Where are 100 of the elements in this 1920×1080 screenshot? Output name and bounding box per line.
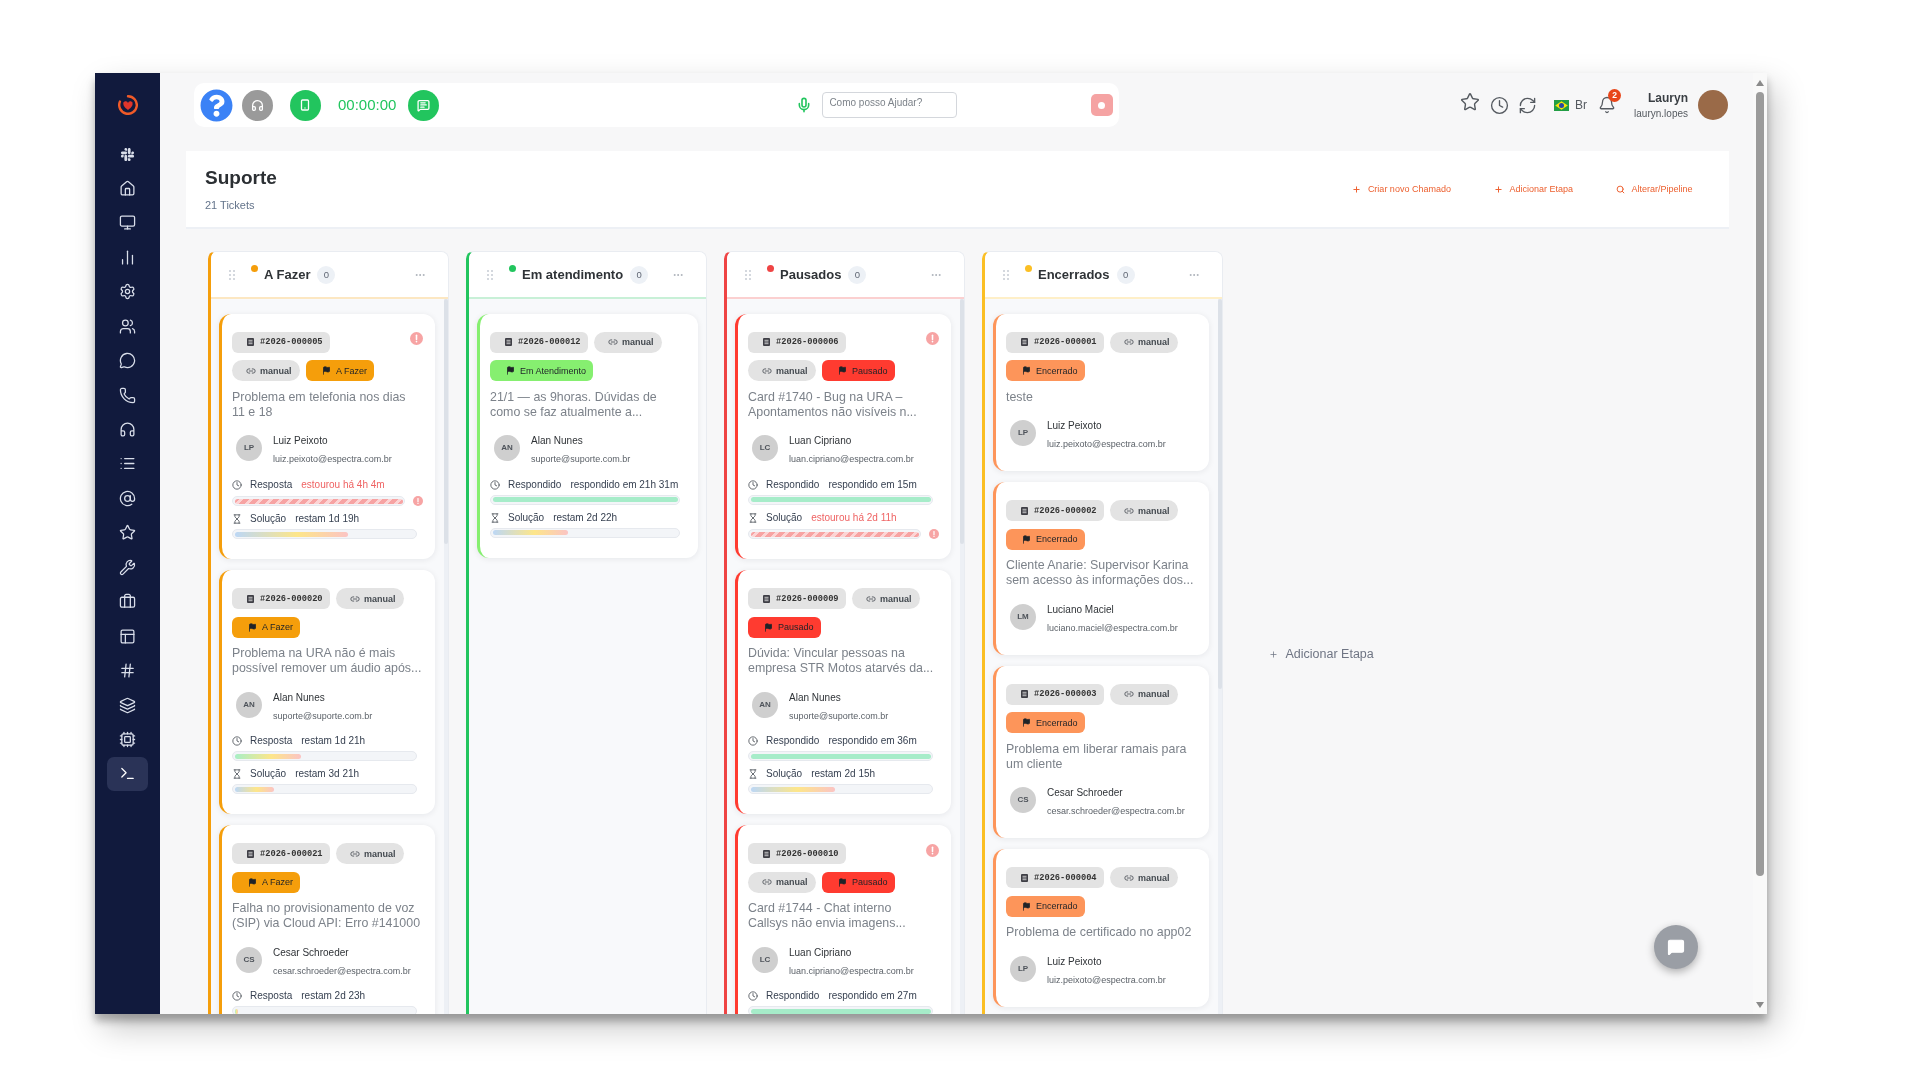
users-icon[interactable] (119, 317, 136, 335)
link-icon (1124, 505, 1135, 516)
layers-icon[interactable] (119, 696, 136, 714)
assignee-email: suporte@suporte.com.br (531, 453, 631, 466)
assignee-name: Luiz Peixoto (273, 434, 329, 448)
sla-label: Solução (250, 513, 287, 525)
logo-icon[interactable] (117, 95, 138, 115)
home-icon[interactable] (119, 179, 136, 197)
bell-icon[interactable] (1598, 96, 1617, 114)
pinwheel-icon[interactable] (120, 146, 135, 162)
drag-handle-icon[interactable] (1003, 269, 1009, 280)
sla-label: Resposta (250, 735, 293, 747)
list-square-icon (1021, 873, 1028, 882)
headphones-icon[interactable] (119, 421, 136, 438)
chip-icon[interactable] (119, 730, 136, 748)
sla-value: restam 3d 21h (295, 768, 360, 780)
action-button[interactable]: Criar novo Chamado (1352, 183, 1451, 195)
sla-label: Resposta (250, 478, 293, 491)
ticket-card[interactable]: #2026-000009 manual Pausado Dúvida: Vincular pessoas na empresa STR Motos atarvés da... AN Alan Nunes suporte@suporte.com.br Respondido respondido em 36m Solução restam 2d 15h (735, 570, 951, 814)
ticket-card[interactable]: #2026-000010 manual Pausado Card #1744 - Chat interno Callsys não envia imagens... LC Luan Cipriano luan.cipriano@espectra.com.br Respondido respondido em 27m (735, 825, 951, 1014)
ticket-id: #2026-000004 (1034, 872, 1097, 883)
user-avatar[interactable] (1698, 90, 1728, 120)
language-label[interactable]: Br (1575, 98, 1588, 112)
source-label: manual (776, 365, 808, 376)
ticket-card[interactable]: #2026-000005 manual A Fazer Problema em telefonia nos dias 11 e 18 LP Luiz Peixoto luiz.peixoto@espectra.com.br Resposta estourou há 4h 4m Solução restam 1d 19h (219, 313, 435, 559)
bar-chart-icon[interactable] (119, 248, 136, 266)
ticket-card[interactable]: #2026-000004 manual Encerrado Problema de certificado no app02 LP Luiz Peixoto luiz.peixoto@espectra.com.br (993, 849, 1209, 1007)
assignee-avatar: LC (752, 435, 778, 461)
list-square-icon (763, 338, 770, 346)
list-square-icon (1021, 338, 1028, 346)
link-icon (1124, 689, 1135, 699)
scroll-down-icon[interactable] (1756, 1002, 1764, 1008)
chat-bubble-icon[interactable] (119, 352, 136, 370)
drag-handle-icon[interactable] (745, 269, 751, 280)
at-sign-icon[interactable] (119, 489, 136, 507)
star-icon[interactable] (119, 524, 136, 542)
sla-label: Solução (766, 768, 803, 780)
wrench-icon[interactable] (119, 558, 136, 576)
assignee-name: Alan Nunes (789, 690, 842, 705)
assignee-email: luiz.peixoto@espectra.com.br (1047, 973, 1166, 987)
user-name: Lauryn (1648, 90, 1688, 106)
assignee-email: luiz.peixoto@espectra.com.br (1047, 438, 1166, 451)
smartphone-icon (299, 99, 311, 111)
monitor-icon[interactable] (119, 214, 136, 232)
assignee-name: Alan Nunes (531, 434, 584, 448)
hourglass-icon (232, 769, 242, 779)
sla-label: Respondido (508, 478, 562, 491)
clock-icon[interactable] (1490, 95, 1510, 115)
assignee-email: cesar.schroeder@espectra.com.br (273, 964, 411, 978)
link-icon (1124, 337, 1135, 347)
link-icon (246, 365, 256, 376)
drag-handle-icon[interactable] (229, 269, 235, 280)
assignee-avatar: AN (494, 435, 520, 461)
help-icon[interactable] (199, 88, 233, 122)
clock-icon (748, 479, 758, 490)
refresh-icon[interactable] (1518, 95, 1538, 115)
ticket-card[interactable]: #2026-000001 manual Encerrado teste LP Luiz Peixoto luiz.peixoto@espectra.com.br (993, 313, 1209, 471)
nav-item[interactable] (107, 757, 148, 791)
flag-icon (1022, 901, 1031, 911)
ticket-title: Card #1744 - Chat interno Callsys não envia imagens... (748, 901, 907, 931)
ticket-id: #2026-000021 (260, 848, 323, 859)
ticket-card[interactable]: #2026-000012 manual Em Atendimento 21/1 — as 9horas. Dúvidas de como se faz atualmente a... AN Alan Nunes suporte@suporte.com.br Respondido respondido em 21h 31m Solução restam 2d 22h (477, 313, 698, 558)
clock-icon (232, 736, 242, 746)
settings-icon[interactable] (119, 283, 136, 301)
scrollbar-thumb[interactable] (1756, 92, 1764, 876)
assignee-email: cesar.schroeder@espectra.com.br (1047, 805, 1185, 818)
ticket-card[interactable]: #2026-000021 manual A Fazer Falha no provisionamento de voz (SIP) via Cloud API: Erro #141000 CS Cesar Schroeder cesar.schroeder@espectra.com.br Resposta restam 2d 23h (219, 825, 435, 1014)
card-count: 0 (1116, 265, 1135, 284)
ticket-card[interactable]: #2026-000020 manual A Fazer Problema na URA não é mais possível remover um áudio após... AN Alan Nunes suporte@suporte.com.br Resposta restam 1d 21h Solução restam 3d 21h (219, 570, 435, 814)
chat-fab[interactable] (1654, 925, 1698, 969)
ticket-title: Problema em telefonia nos dias 11 e 18 (232, 389, 407, 420)
sla-value: restam 2d 23h (301, 990, 366, 1002)
source-label: manual (622, 337, 654, 347)
assignee-email: luan.cipriano@espectra.com.br (789, 964, 914, 978)
scroll-up-icon[interactable] (1756, 80, 1764, 86)
status-label: Em Atendimento (520, 365, 587, 376)
plus-icon (1352, 184, 1362, 194)
ticket-card[interactable]: #2026-000002 manual Encerrado Cliente Anarie: Supervisor Karina sem acesso às informações dos... LM Luciano Maciel luciano.maciel@espectra.com.br (993, 482, 1209, 655)
action-button[interactable]: Adicionar Etapa (1493, 183, 1573, 195)
ticket-card[interactable]: #2026-000003 manual Encerrado Problema em liberar ramais para um cliente CS Cesar Schroeder cesar.schroeder@espectra.com.br (993, 665, 1209, 838)
assistant-input[interactable]: Como posso Ajudar? (822, 92, 958, 118)
layout-icon[interactable] (119, 627, 136, 645)
list-square-icon (1021, 690, 1028, 698)
assignee-avatar: LP (1010, 420, 1036, 446)
add-stage-button[interactable]: Adicionar Etapa (1269, 647, 1374, 661)
sla-value: restam 1d 19h (295, 513, 360, 525)
ticket-id: #2026-000006 (776, 337, 839, 347)
briefcase-icon[interactable] (119, 593, 136, 611)
drag-handle-icon[interactable] (487, 269, 493, 280)
phone-icon[interactable] (119, 386, 136, 404)
link-icon (608, 337, 619, 347)
headset-button[interactable] (241, 89, 273, 121)
ticket-title: Falha no provisionamento de voz (SIP) via Cloud API: Erro #141000 (232, 901, 422, 931)
list-square-icon (247, 849, 254, 858)
star-icon[interactable] (1460, 92, 1481, 112)
hash-icon[interactable] (119, 662, 136, 680)
brazil-flag-icon[interactable] (1554, 99, 1570, 111)
assignee-email: suporte@suporte.com.br (789, 709, 889, 723)
action-button[interactable]: Alterar/Pipeline (1615, 183, 1693, 195)
ticket-card[interactable]: #2026-000006 manual Pausado Card #1740 - Bug na URA – Apontamentos não visíveis n... LC Luan Cipriano luan.cipriano@espectra.com.br Respondido respondido em 15m Solução estourou há 2d 11h (735, 313, 951, 559)
